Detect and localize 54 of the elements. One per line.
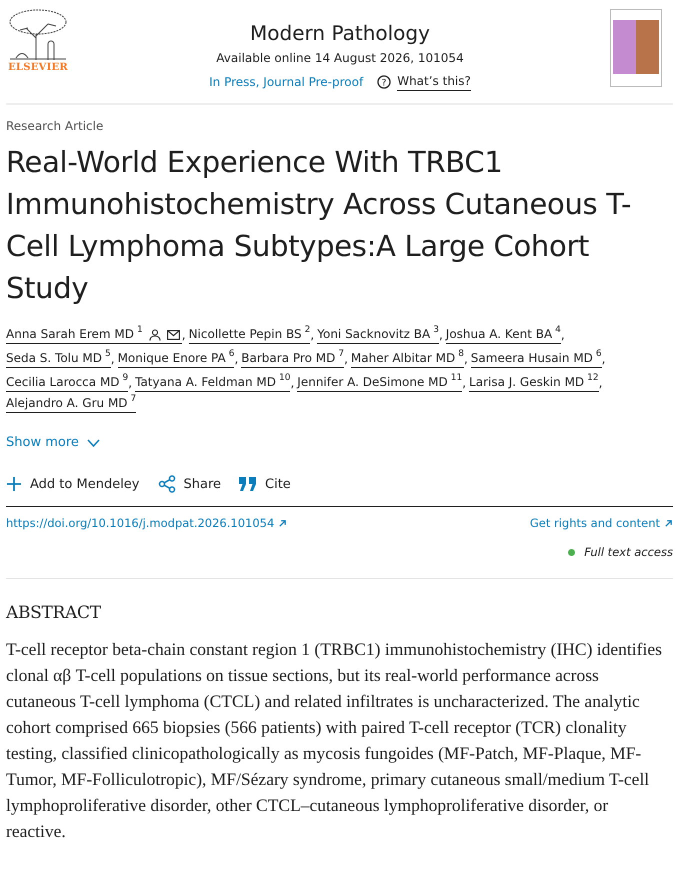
- action-button[interactable]: Cite: [239, 474, 291, 494]
- comma: ,: [464, 351, 468, 368]
- comma: ,: [128, 375, 132, 392]
- author-link[interactable]: Tatyana A. Feldman MD $^{10}$: [135, 374, 290, 392]
- article-type: Research Article: [6, 118, 104, 135]
- author-link[interactable]: Barbara Pro MD $^{7}$: [241, 350, 344, 368]
- chevron-icon: [86, 438, 100, 447]
- help-link[interactable]: What’s this?: [397, 72, 471, 91]
- comma: ,: [598, 375, 602, 392]
- article-title: Real-World Experience With TRBC1 Immunohistochemistry Across Cutaneous T-Cell Lymphoma Subtypes:A Large Cohort Study: [6, 144, 632, 307]
- abstract-heading: ABSTRACT: [6, 602, 102, 624]
- author-link[interactable]: Anna Sarah Erem MD $^{1}$: [6, 326, 182, 344]
- quote-icon: [239, 477, 258, 492]
- author-link[interactable]: Cecilia Larocca MD $^{9}$: [6, 374, 128, 392]
- comma: ,: [560, 327, 565, 344]
- author-link[interactable]: Larisa J. Geskin MD $^{12}$: [469, 374, 599, 392]
- journal-cover-image[interactable]: [610, 9, 662, 87]
- status-link[interactable]: In Press, Journal Pre-proof: [209, 72, 364, 90]
- comma: ,: [310, 327, 314, 344]
- show-more-button[interactable]: Show more: [6, 433, 100, 452]
- author-link[interactable]: Jennifer A. DeSimone MD $^{11}$: [297, 374, 462, 392]
- author-link[interactable]: Sameera Husain MD $^{6}$: [470, 350, 602, 368]
- publisher-logo-text: ELSEVIER: [8, 61, 68, 75]
- author-link[interactable]: Alejandro A. Gru MD $^{7}$: [6, 395, 136, 413]
- tree-logo-drawing: [8, 8, 68, 60]
- author-link[interactable]: Nicollette Pepin BS $^{2}$: [188, 326, 310, 344]
- author-link[interactable]: Joshua A. Kent BA $^{4}$: [446, 326, 561, 344]
- abstract-paragraph: T-cell receptor beta-chain constant region 1 (TRBC1) immunohistochemistry (IHC) identifies clonal αβ T-cell populations on tissue sections, but its real-world performance across cutaneous T-cell lymphoma (CTCL) and related infiltrates is uncharacterized. The analytic cohort comprised 665 biopsies (566 patients) with paired T-cell receptor (TCR) clonality testing, classified clinicopathologically as mycosis fungoides (MF-Patch, MF-Plaque, MF-Tumor, MF-Folliculotropic), MF/Sézary syndrome, primary cutaneous small/medium T-cell lymphoproliferative disorder, other CTCL–cutaneous lymphoproliferative disorder, or reactive.: [6, 638, 663, 843]
- comma: ,: [234, 351, 238, 368]
- plus-icon: [6, 476, 22, 492]
- access-label: Full text access: [584, 544, 673, 562]
- author-link[interactable]: Yoni Sacknovitz BA $^{3}$: [317, 326, 439, 344]
- doi-link[interactable]: https://doi.org/10.1016/j.modpat.2026.101054: [6, 515, 288, 532]
- help-icon: ?: [377, 74, 392, 88]
- comma: ,: [110, 351, 115, 368]
- mail-icon: [166, 330, 180, 340]
- external-link-icon: [664, 519, 673, 528]
- author-link[interactable]: Monique Enore PA $^{6}$: [118, 350, 234, 368]
- journal-title[interactable]: Modern Pathology: [250, 20, 430, 46]
- comma: ,: [182, 327, 186, 344]
- comma: ,: [290, 375, 294, 392]
- person-icon: [148, 328, 161, 340]
- comma: ,: [462, 375, 466, 392]
- availability-text: Available online 14 August 2026, 101054: [216, 50, 464, 67]
- comma: ,: [438, 327, 443, 344]
- action-button[interactable]: Share: [158, 474, 222, 494]
- share-icon: [158, 475, 176, 494]
- action-button[interactable]: Add to Mendeley: [6, 474, 140, 494]
- rights-link[interactable]: Get rights and content: [530, 515, 673, 532]
- comma: ,: [344, 351, 348, 368]
- author-link[interactable]: Seda S. Tolu MD $^{5}$: [6, 350, 111, 368]
- author-link[interactable]: Maher Albitar MD $^{8}$: [350, 350, 464, 368]
- comma: ,: [602, 351, 606, 368]
- external-link-icon: [278, 519, 288, 528]
